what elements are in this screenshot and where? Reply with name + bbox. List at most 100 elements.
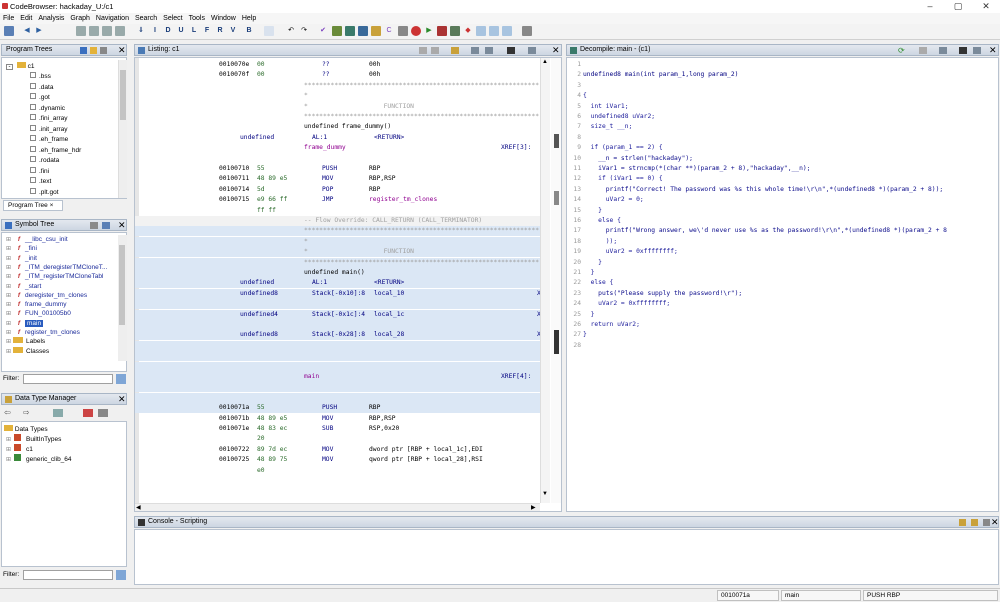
decompile-line[interactable]: 2 undefined8 main(int param_1,long param_… bbox=[567, 70, 997, 80]
graph-icon[interactable] bbox=[398, 26, 408, 36]
symbol-tree-item[interactable]: ⊞ f _fini bbox=[6, 244, 37, 253]
instruction-icon[interactable]: I bbox=[150, 26, 160, 36]
listing-row[interactable]: 00100722 89 7d ec MOV dword ptr [RBP + loca… bbox=[135, 445, 540, 455]
listing-row[interactable]: 0010071a 55 PUSH RBP bbox=[135, 403, 540, 414]
listing-row[interactable] bbox=[135, 382, 540, 393]
trace-icon[interactable] bbox=[437, 26, 447, 36]
listing-row[interactable]: * bbox=[135, 91, 540, 101]
back-icon[interactable]: ◀ bbox=[22, 26, 32, 36]
symbol-tree-group[interactable]: ⊞ Classes bbox=[6, 346, 49, 357]
listing-row[interactable]: * FUNCTION bbox=[135, 102, 540, 112]
symbol-tree-scrollbar[interactable] bbox=[118, 235, 127, 361]
listing-row[interactable] bbox=[135, 351, 540, 362]
decompile-line[interactable]: 18 )); bbox=[567, 237, 997, 247]
scroll-right-icon[interactable]: ▶ bbox=[531, 504, 536, 511]
listing-row[interactable]: main XREF[4]: bbox=[135, 372, 540, 382]
tree-action-icon[interactable] bbox=[80, 47, 87, 54]
dtm-menu-icon[interactable] bbox=[98, 409, 108, 417]
field-edit-icon[interactable] bbox=[471, 47, 479, 54]
listing-row[interactable] bbox=[135, 320, 540, 330]
listing-row[interactable]: 0010071b 48 89 e5 MOV RBP,RSP bbox=[135, 414, 540, 424]
decompile-line[interactable]: 8 bbox=[567, 133, 997, 143]
listing-scrollbar[interactable]: ▲ ▼ bbox=[540, 58, 550, 503]
disassemble-icon[interactable]: ⇓ bbox=[136, 26, 146, 36]
decompile-line[interactable]: 19 uVar2 = 0xffffffff; bbox=[567, 247, 997, 257]
listing-row[interactable]: ****************************************… bbox=[135, 257, 540, 268]
decompile-line[interactable]: 22 else { bbox=[567, 278, 997, 288]
expand-icon[interactable]: ⊞ bbox=[6, 348, 13, 357]
listing-row[interactable]: 00100711 48 89 e5 MOV RBP,RSP bbox=[135, 174, 540, 184]
listing-row[interactable]: ****************************************… bbox=[135, 112, 540, 122]
symbol-tree-group[interactable]: ⊞ Labels bbox=[6, 337, 45, 346]
menu-select[interactable]: Select bbox=[160, 13, 185, 24]
listing-row[interactable]: undefined8 Stack[-0x28]:8 local_28 X bbox=[135, 330, 541, 341]
listing-row[interactable]: 0010071e 48 83 ec SUB RSP,0x20 bbox=[135, 424, 540, 434]
listing-row[interactable]: -- Flow Override: CALL_RETURN (CALL_TERM… bbox=[135, 216, 540, 226]
program-tree-item[interactable]: .plt.got bbox=[30, 187, 59, 197]
symbol-tree-item[interactable]: ⊞ f _ITM_registerTMCloneTabl bbox=[6, 272, 103, 281]
copy-icon[interactable] bbox=[419, 47, 427, 54]
data-icon[interactable]: D bbox=[163, 26, 173, 36]
refresh-icon[interactable]: ⟳ bbox=[898, 46, 905, 55]
data-type-archive[interactable]: ⊞ BuiltInTypes bbox=[6, 434, 61, 443]
symbol-menu-icon[interactable] bbox=[102, 222, 110, 229]
symbol-tree-item[interactable]: ⊞ f main bbox=[6, 319, 44, 328]
program-tree-item[interactable]: .data bbox=[30, 82, 53, 92]
symbol-tree-item[interactable]: ⊞ f _start bbox=[6, 282, 41, 291]
snapshot-icon[interactable] bbox=[451, 47, 459, 54]
memory-icon[interactable] bbox=[371, 26, 381, 36]
forward-icon[interactable]: ▶ bbox=[34, 26, 44, 36]
decompiler-icon[interactable] bbox=[345, 26, 355, 36]
camera-icon[interactable] bbox=[959, 47, 967, 54]
listing-row[interactable] bbox=[135, 361, 540, 372]
decompile-menu-icon[interactable] bbox=[973, 47, 981, 54]
redo-icon[interactable]: ↷ bbox=[299, 26, 309, 36]
listing-row[interactable]: e0 bbox=[135, 466, 540, 476]
listing-row[interactable]: 20 bbox=[135, 434, 540, 444]
program-tree-scrollbar[interactable] bbox=[118, 60, 127, 198]
menu-navigation[interactable]: Navigation bbox=[93, 13, 132, 24]
decompile-line[interactable]: 28 bbox=[567, 341, 997, 351]
bytes-icon[interactable] bbox=[358, 26, 368, 36]
program-tree-item[interactable]: .got bbox=[30, 93, 50, 102]
listing-row[interactable]: 00100714 5d POP RBP bbox=[135, 185, 540, 195]
selection-icon[interactable] bbox=[264, 26, 274, 36]
nav-undefined-icon[interactable] bbox=[89, 26, 99, 36]
nav-function-icon[interactable] bbox=[115, 26, 125, 36]
decompile-line[interactable]: 17 printf("Wrong answer, we\'d never use… bbox=[567, 226, 997, 236]
decompile-line[interactable]: 7 size_t __n; bbox=[567, 122, 997, 132]
symbol-tree-item[interactable]: ⊞ f __libc_csu_init bbox=[6, 235, 68, 244]
function-icon[interactable]: F bbox=[202, 26, 212, 36]
decompile-line[interactable]: 4{ bbox=[567, 91, 997, 101]
menu-tools[interactable]: Tools bbox=[186, 13, 208, 24]
paste-icon[interactable] bbox=[431, 47, 439, 54]
menu-help[interactable]: Help bbox=[239, 13, 259, 24]
listing-row[interactable] bbox=[135, 392, 540, 403]
decompile-line[interactable]: 15 } bbox=[567, 206, 997, 216]
listing-body[interactable]: 0010070e 00?? 00h 0010070f 00?? 00h **********… bbox=[135, 60, 541, 500]
data-types-root[interactable]: Data Types bbox=[4, 425, 48, 434]
back-icon[interactable]: ⇦ bbox=[4, 408, 11, 417]
c-icon[interactable]: C bbox=[384, 26, 394, 36]
close-icon[interactable]: ✕ bbox=[118, 220, 126, 231]
program-tree-item[interactable]: .eh_frame_hdr bbox=[30, 145, 81, 155]
run-icon[interactable]: ▶ bbox=[424, 26, 434, 36]
decompile-line[interactable]: 12 if (iVar1 == 0) { bbox=[567, 174, 997, 184]
listing-row[interactable]: undefined4 Stack[-0x1c]:4 local_1c X bbox=[135, 309, 541, 320]
tab-close-icon[interactable]: × bbox=[50, 202, 54, 209]
menu-search[interactable]: Search bbox=[132, 13, 160, 24]
decompile-line[interactable]: 16 else { bbox=[567, 216, 997, 226]
stop-icon[interactable] bbox=[411, 26, 421, 36]
minimize-button[interactable]: – bbox=[916, 0, 944, 13]
dtm-filter-input[interactable] bbox=[23, 570, 113, 580]
undefined-icon[interactable]: U bbox=[176, 26, 186, 36]
clear-console-icon[interactable] bbox=[959, 519, 966, 526]
console-panel[interactable] bbox=[134, 529, 999, 585]
listing-row[interactable]: undefined8 Stack[-0x10]:8 local_10 X bbox=[135, 288, 541, 299]
menu-file[interactable]: File bbox=[0, 13, 17, 24]
table-icon[interactable] bbox=[450, 26, 460, 36]
listing-row[interactable]: undefined frame_dummy() bbox=[135, 122, 540, 132]
listing-row[interactable]: undefined main() bbox=[135, 268, 540, 278]
menu-edit[interactable]: Edit bbox=[17, 13, 35, 24]
expand-icon[interactable] bbox=[53, 409, 63, 417]
